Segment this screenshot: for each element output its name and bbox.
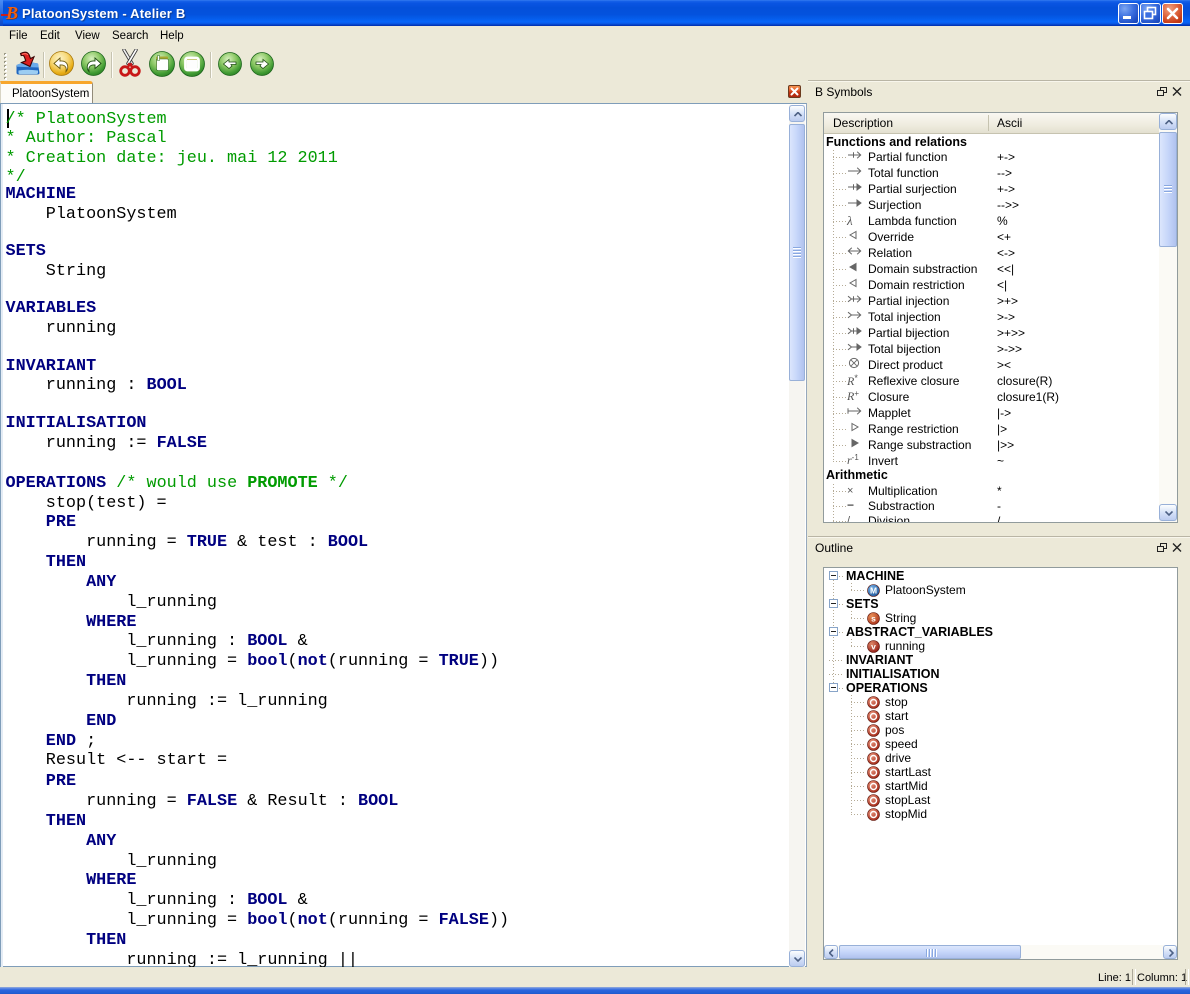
- svg-text:v: v: [871, 642, 876, 652]
- svg-text:M: M: [870, 586, 877, 596]
- svg-text:s: s: [871, 614, 876, 624]
